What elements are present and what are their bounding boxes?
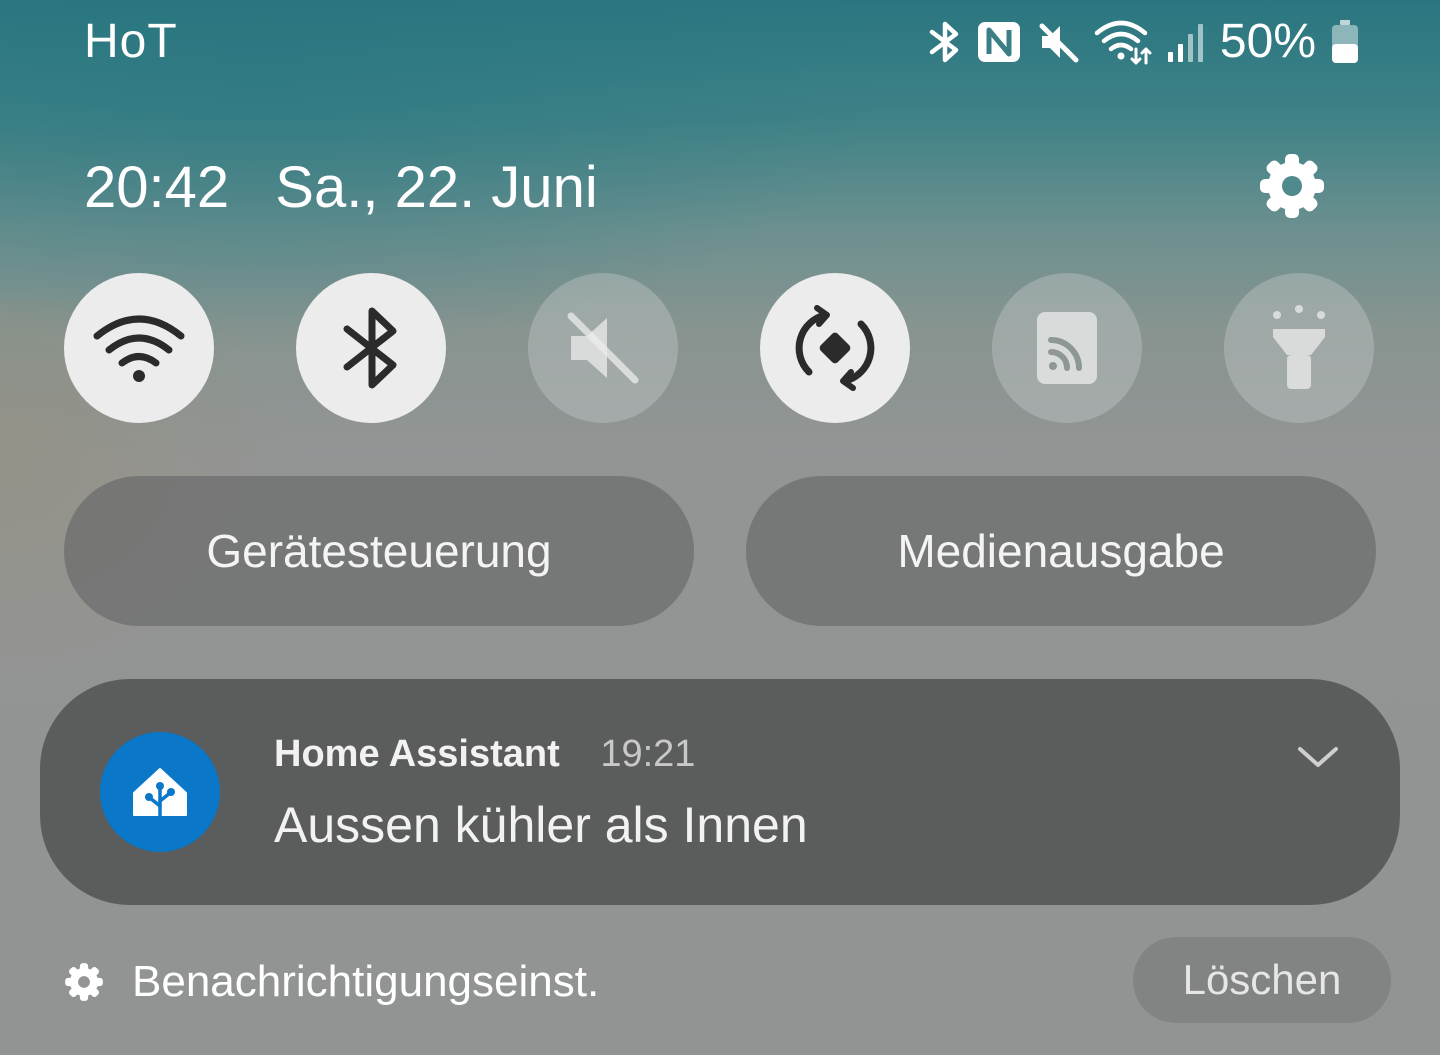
tile-cast[interactable] [992,273,1142,423]
notification-time: 19:21 [600,733,696,775]
gear-icon [1260,154,1324,218]
battery-percent: 50% [1219,15,1316,68]
settings-button[interactable] [1258,152,1326,220]
expand-button[interactable] [1296,743,1340,771]
notification-settings-link[interactable]: Benachrichtigungseinst. [64,952,599,1012]
clock-time[interactable]: 20:42 [84,155,229,220]
clock-date[interactable]: 20:42 Sa., 22. Juni [84,152,598,224]
tile-bluetooth[interactable] [296,273,446,423]
rotate-icon [795,305,875,391]
chevron-down-icon [1298,747,1338,767]
notification-card[interactable]: Home Assistant 19:21 Aussen kühler als I… [40,679,1400,905]
clear-button[interactable]: Löschen [1133,937,1391,1023]
tile-auto-rotate[interactable] [760,273,910,423]
home-assistant-icon [133,768,187,817]
app-name: Home Assistant [274,733,560,775]
date-label[interactable]: Sa., 22. Juni [275,155,597,220]
gear-icon [65,963,103,1001]
media-output-button[interactable]: Medienausgabe [746,476,1376,626]
wifi-icon [1094,20,1152,65]
signal-icon [1167,24,1203,62]
wifi-icon [93,315,185,382]
notification-text: Aussen kühler als Innen [274,797,808,853]
notification-header: Home Assistant 19:21 [274,731,695,777]
app-avatar [100,732,220,852]
bluetooth-icon [929,21,959,63]
bluetooth-icon [343,307,397,389]
device-control-button[interactable]: Gerätesteuerung [64,476,694,626]
tile-wifi[interactable] [64,273,214,423]
cast-icon [1037,312,1097,384]
status-icons: 50% [928,14,1360,70]
mute-icon [567,312,639,384]
battery-icon [1332,20,1358,63]
notification-settings-label: Benachrichtigungseinst. [132,957,600,1006]
nfc-icon [977,22,1020,62]
carrier-name: HoT [84,15,178,68]
mute-icon [1039,23,1079,63]
tile-sound[interactable] [528,273,678,423]
tile-flashlight[interactable] [1224,273,1374,423]
flashlight-icon [1273,305,1325,389]
